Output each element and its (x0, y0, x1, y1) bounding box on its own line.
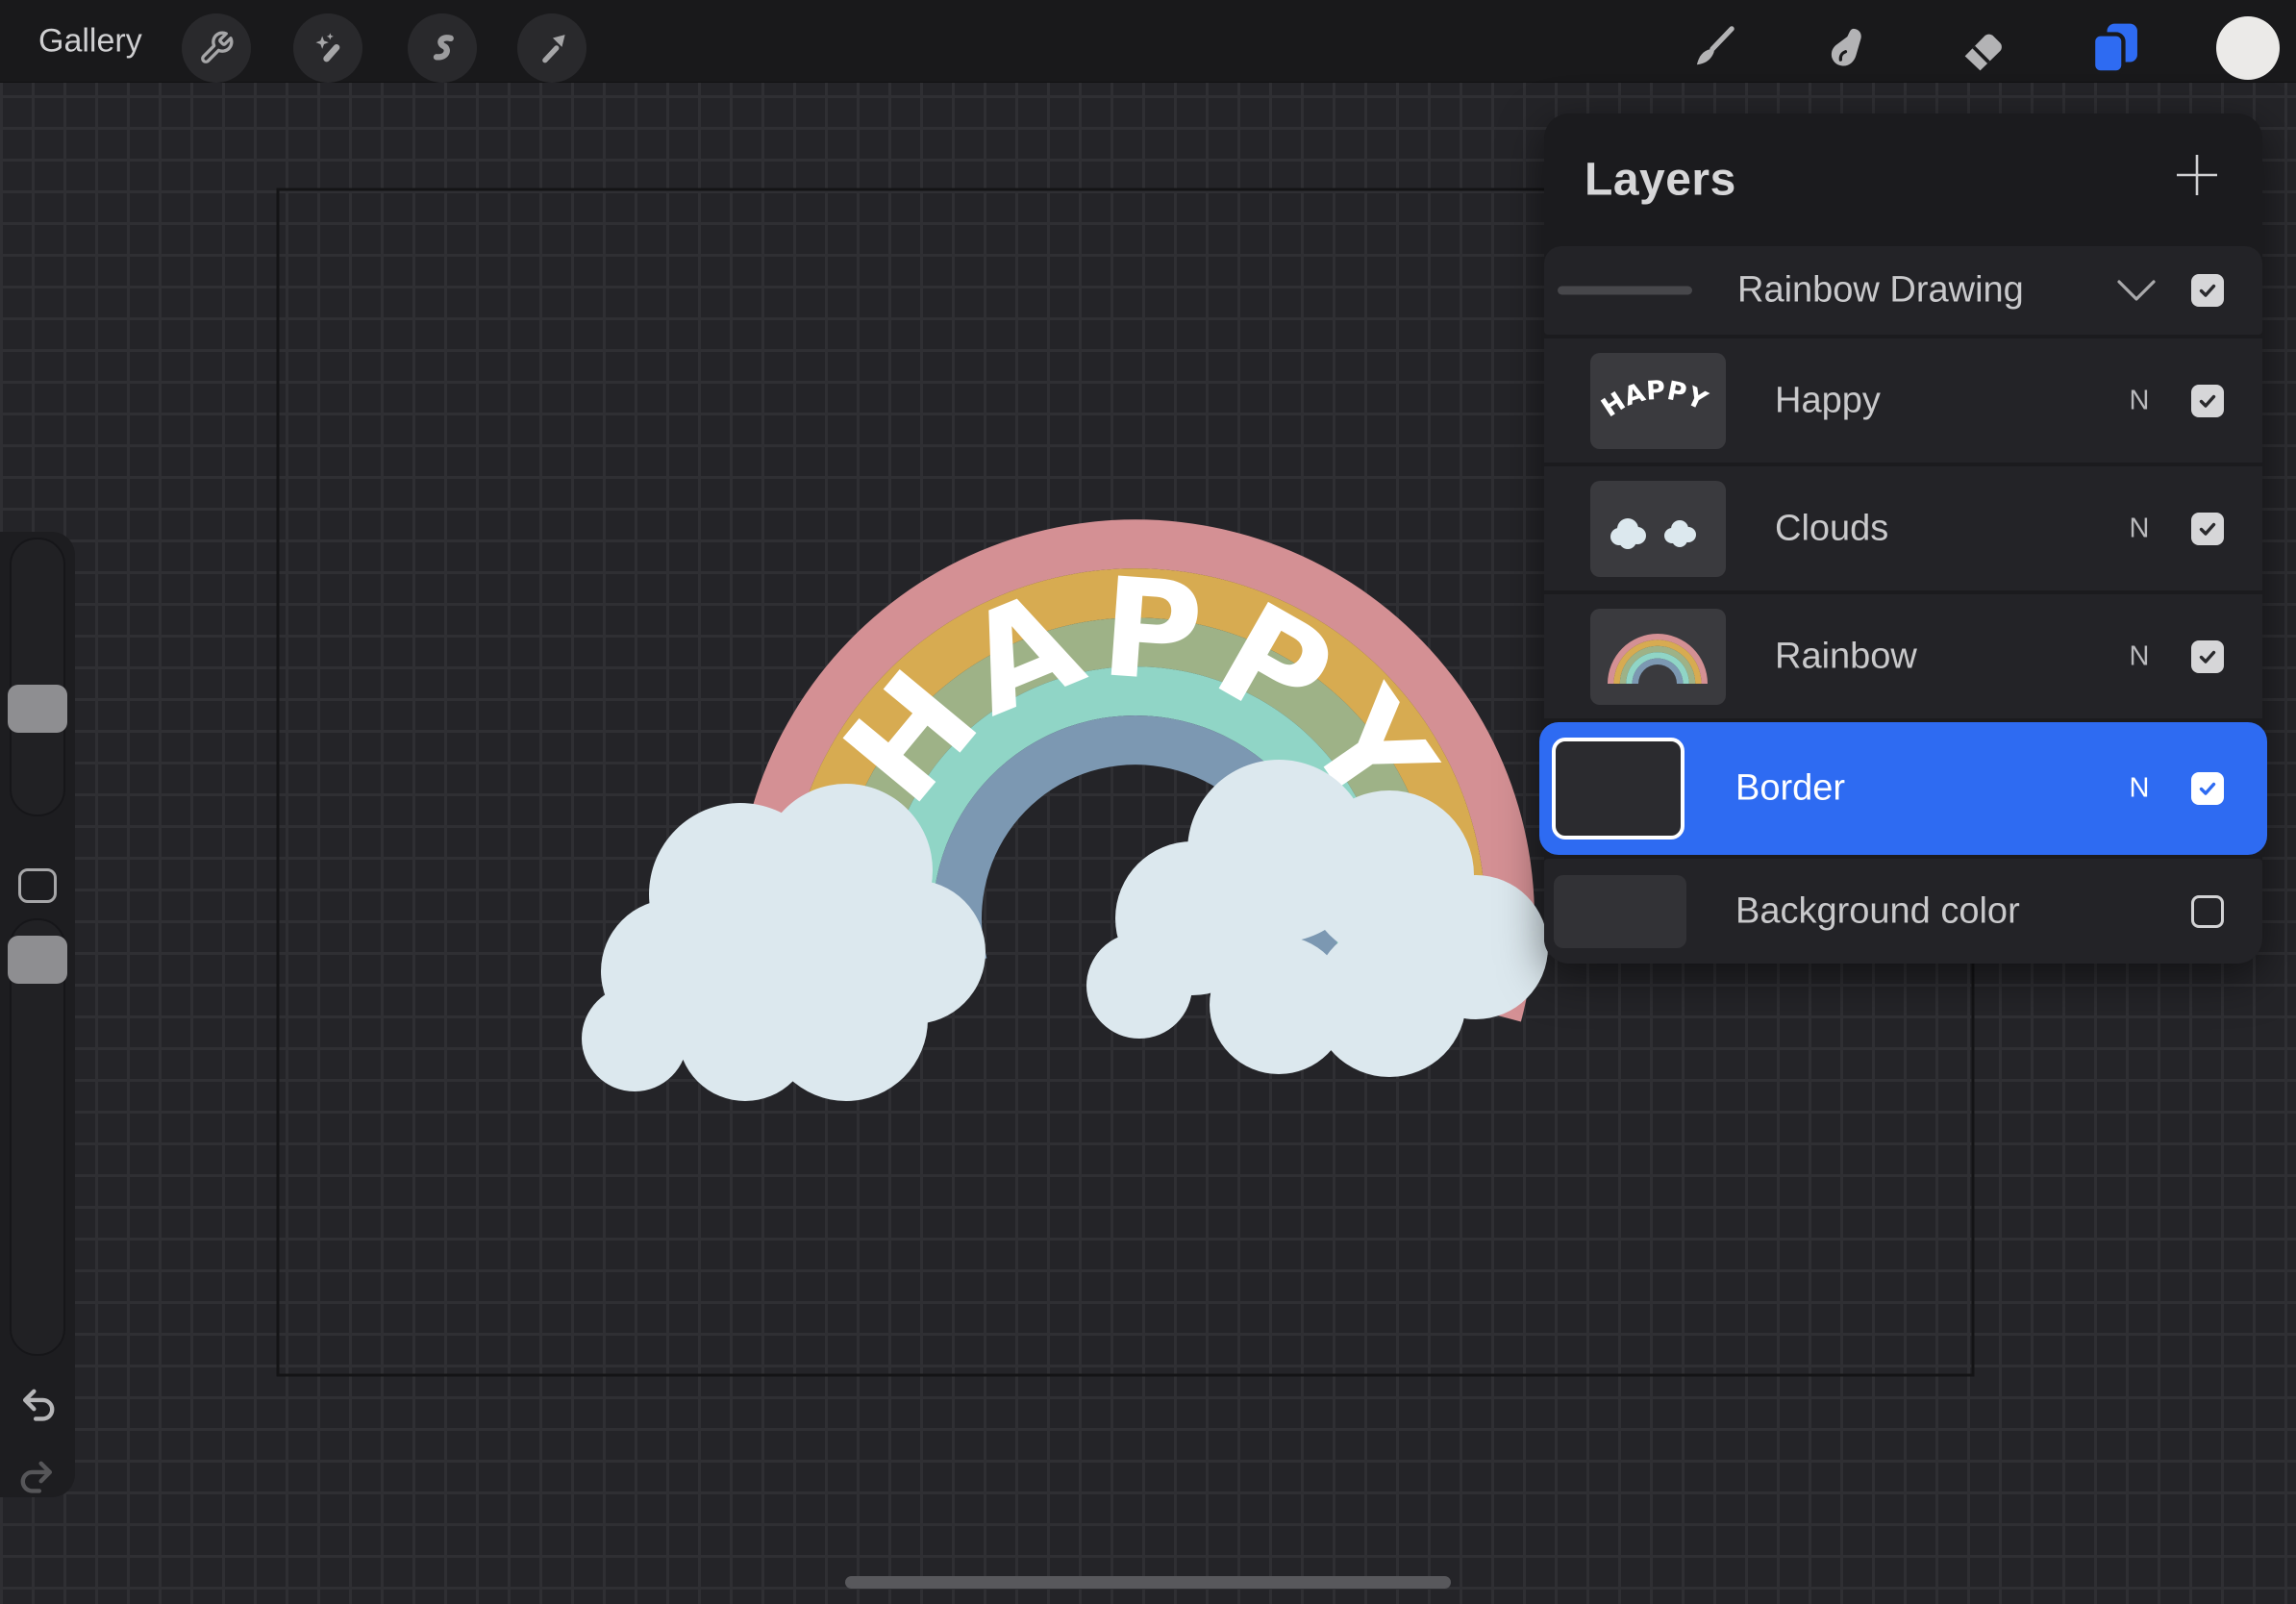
chevron-down-icon (2117, 280, 2156, 301)
layer-row-border-selected[interactable]: Border N (1539, 722, 2267, 855)
wrench-icon (201, 31, 234, 63)
gallery-button[interactable]: Gallery (38, 22, 142, 60)
layer-row-rainbow[interactable]: Rainbow N (1544, 594, 2262, 718)
redo-button[interactable] (16, 1455, 59, 1497)
transform-button[interactable] (517, 13, 586, 83)
visibility-checkbox[interactable] (2191, 894, 2224, 928)
check-icon (2199, 650, 2216, 664)
brush-tool-button[interactable] (1678, 13, 1747, 83)
layer-name: Rainbow (1775, 636, 1917, 676)
collapse-group-button[interactable] (2115, 276, 2158, 305)
adjustments-button[interactable] (293, 13, 362, 83)
layer-row-rainbow-drawing-group[interactable]: Rainbow Drawing (1544, 246, 2262, 335)
top-toolbar: Gallery (0, 0, 2296, 83)
layer-thumbnail: HAPPY (1590, 352, 1726, 449)
brush-opacity-slider[interactable] (10, 918, 65, 1356)
layers-panel: Layers Rainbow Drawing HAPPY Happy N Clo… (1539, 113, 2267, 964)
layer-name: Happy (1775, 380, 1881, 420)
undo-icon (22, 1389, 55, 1421)
svg-text:HAPPY: HAPPY (1596, 375, 1711, 423)
selection-s-icon (433, 35, 454, 61)
visibility-checkbox[interactable] (2191, 384, 2224, 417)
color-circle-icon[interactable] (2216, 16, 2280, 80)
erase-tool-button[interactable] (1946, 13, 2015, 83)
layer-row-happy[interactable]: HAPPY Happy N (1544, 338, 2262, 463)
blend-mode-badge[interactable]: N (2120, 385, 2159, 416)
smudge-tool-button[interactable] (1810, 13, 1880, 83)
undo-button[interactable] (16, 1383, 59, 1425)
brush-opacity-handle[interactable] (8, 936, 67, 984)
magic-wand-icon (315, 33, 340, 63)
layers-panel-button[interactable] (2081, 13, 2150, 83)
group-thumbnail-line (1558, 286, 1692, 295)
layers-icon (2090, 23, 2137, 75)
brush-size-handle[interactable] (8, 685, 67, 733)
layer-row-background-color[interactable]: Background color (1544, 859, 2262, 964)
layer-name: Background color (1735, 890, 2020, 931)
brush-size-slider[interactable] (10, 538, 65, 816)
layers-panel-title: Layers (1585, 154, 1736, 206)
layer-row-clouds[interactable]: Clouds N (1544, 466, 2262, 590)
eraser-icon (1964, 34, 2002, 71)
add-layer-button[interactable] (2170, 148, 2224, 202)
blend-mode-badge[interactable]: N (2120, 773, 2159, 805)
layer-name: Rainbow Drawing (1737, 269, 2024, 311)
layer-name: Clouds (1775, 508, 1889, 548)
home-indicator[interactable] (845, 1576, 1451, 1589)
layer-list: Rainbow Drawing HAPPY Happy N Clouds N R… (1539, 246, 2267, 964)
redo-icon (20, 1461, 53, 1493)
check-icon (2199, 284, 2216, 297)
visibility-checkbox[interactable] (2191, 512, 2224, 545)
blend-mode-badge[interactable]: N (2120, 513, 2159, 544)
brush-sidebar (0, 532, 75, 1497)
blend-mode-badge[interactable]: N (2120, 640, 2159, 672)
visibility-checkbox[interactable] (2191, 274, 2224, 307)
check-icon (2199, 782, 2216, 795)
layer-name: Border (1735, 767, 1846, 809)
plus-icon (2177, 155, 2217, 195)
layers-panel-header: Layers (1544, 113, 2262, 246)
visibility-checkbox[interactable] (2191, 639, 2224, 673)
layer-thumbnail (1590, 480, 1726, 577)
transform-arrow-icon (542, 35, 565, 63)
brush-icon (1696, 26, 1734, 65)
check-icon (2199, 394, 2216, 408)
procreate-app: HAPPY Gallery Layers Rainbow Drawing HAP… (0, 0, 2296, 1604)
modify-button[interactable] (18, 868, 57, 903)
smudge-finger-icon (1831, 28, 1861, 66)
selection-button[interactable] (408, 13, 477, 83)
layer-thumbnail (1552, 738, 1685, 840)
check-icon (2199, 522, 2216, 536)
actions-button[interactable] (182, 13, 251, 83)
visibility-checkbox[interactable] (2191, 772, 2224, 805)
background-color-thumbnail (1554, 874, 1686, 948)
layer-thumbnail (1590, 608, 1726, 705)
